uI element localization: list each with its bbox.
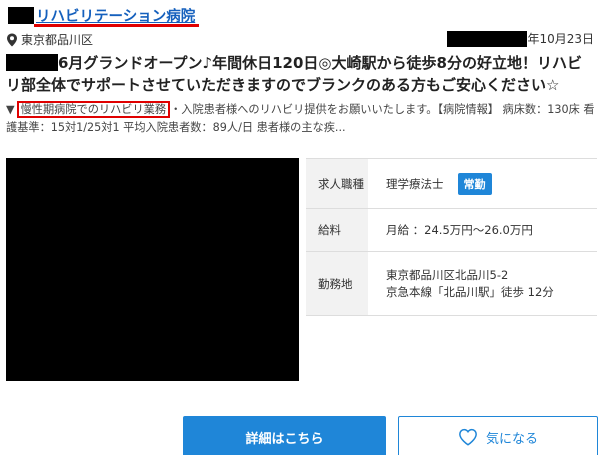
job-title-link[interactable]: リハビリテーション病院 <box>36 5 195 26</box>
job-type-value: 理学療法士 <box>386 176 444 191</box>
redacted-block <box>447 30 528 47</box>
map-pin-icon <box>7 33 17 46</box>
favorite-label: 気になる <box>485 431 538 447</box>
desc-highlight: 慢性期病院でのリハビリ業務 <box>16 101 171 118</box>
employment-badge: 常勤 <box>457 172 492 195</box>
job-headline: 6月グランドオープン♪年間休日120日◎大崎駅から徒歩8分の好立地！リハビリ部全… <box>6 52 596 96</box>
job-description: ▼ 慢性期病院でのリハビリ業務 ・入院患者様へのリハビリ提供をお願いいたします。【病… <box>6 101 598 137</box>
address: 東京都品川区北品川5-2 京急本線「北品川駅」徒歩 12分 <box>386 267 554 301</box>
location-row: 東京都品川区 <box>6 31 93 48</box>
desc-marker: ▼ <box>6 103 15 116</box>
location-text: 東京都品川区 <box>21 33 94 47</box>
redacted-block <box>8 6 34 24</box>
access-line: 京急本線「北品川駅」徒歩 12分 <box>386 284 554 299</box>
favorite-button[interactable]: 気になる <box>398 416 598 455</box>
info-label: 勤務地 <box>306 252 368 315</box>
job-photo <box>6 158 299 381</box>
redacted-block <box>6 54 58 71</box>
info-row-type: 求人職種 理学療法士 常勤 <box>306 159 597 209</box>
info-row-place: 勤務地 東京都品川区北品川5-2 京急本線「北品川駅」徒歩 12分 <box>306 252 597 316</box>
info-value: 理学療法士 常勤 <box>368 159 597 208</box>
info-row-salary: 給料 月給 ：24.5万円〜26.0万円 <box>306 209 597 252</box>
title-highlight-underline <box>34 24 199 27</box>
job-info-table: 求人職種 理学療法士 常勤 給料 月給 ：24.5万円〜26.0万円 勤務地 東… <box>306 158 597 316</box>
info-value: 東京都品川区北品川5-2 京急本線「北品川駅」徒歩 12分 <box>368 252 597 315</box>
info-label: 求人職種 <box>306 159 368 208</box>
detail-button[interactable]: 詳細はこちら <box>183 416 386 455</box>
info-label: 給料 <box>306 209 368 251</box>
job-title-row: リハビリテーション病院 <box>8 4 195 26</box>
post-date: 年10月23日 <box>447 30 594 47</box>
date-text: 年10月23日 <box>527 32 594 46</box>
address-line: 東京都品川区北品川5-2 <box>386 267 509 282</box>
heart-icon <box>459 428 477 446</box>
headline-text: 6月グランドオープン♪年間休日120日◎大崎駅から徒歩8分の好立地！リハビリ部全… <box>6 54 582 94</box>
salary-value: 月給 ：24.5万円〜26.0万円 <box>386 223 533 237</box>
